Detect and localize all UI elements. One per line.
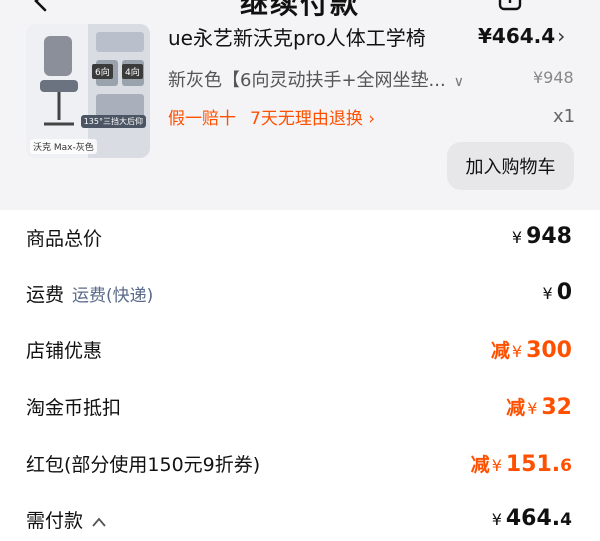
original-price: ¥948 — [533, 68, 574, 87]
share-icon[interactable] — [497, 0, 523, 12]
product-price-value: ¥464.4 — [478, 24, 556, 48]
promise-fake-compensation: 假一赔十 — [168, 109, 236, 129]
summary-row-total-goods: 商品总价 ¥948 — [26, 224, 572, 258]
summary-row-store-discount: 店铺优惠 减 ¥300 — [26, 336, 572, 370]
row-label: 需付款 — [26, 506, 107, 533]
thumb-label: 135°三挡大后仰 — [80, 115, 146, 128]
row-value: ¥0 — [542, 280, 573, 305]
chair-image-icon — [26, 24, 150, 158]
summary-row-red-packet[interactable]: 红包(部分使用150元9折券) 减 ¥151.6 — [26, 450, 572, 484]
row-value: 减 ¥151.6 — [470, 452, 572, 477]
row-value: ¥948 — [511, 224, 572, 249]
add-to-cart-button[interactable]: 加入购物车 — [447, 142, 574, 190]
thumb-label: 沃克 Max-灰色 — [30, 139, 97, 154]
promise-return: 7天无理由退换 — [250, 109, 363, 129]
chevron-down-icon: ∨ — [453, 74, 464, 90]
thumb-tag: 4向 — [122, 64, 143, 79]
row-label: 商品总价 — [26, 228, 103, 250]
variant-selector[interactable]: 新灰色【6向灵动扶手+全网坐垫... ∨ — [168, 66, 464, 92]
back-arrow-icon[interactable] — [30, 0, 52, 12]
variant-label: 新灰色【6向灵动扶手+全网坐垫... — [168, 70, 446, 91]
product-thumbnail[interactable]: 6向 4向 沃克 Max-灰色 135°三挡大后仰 — [26, 24, 150, 158]
row-label: 店铺优惠 — [26, 340, 103, 362]
quantity: x1 — [553, 106, 576, 127]
row-value: 减 ¥300 — [490, 338, 572, 363]
chevron-right-icon: › — [362, 109, 376, 129]
chevron-right-icon: › — [557, 24, 566, 48]
chevron-up-icon[interactable] — [91, 516, 107, 528]
summary-row-payable[interactable]: 需付款 ¥464.4 — [26, 506, 572, 540]
row-label: 淘金币抵扣 — [26, 397, 122, 419]
row-label: 运费 运费(快递) — [26, 284, 154, 306]
row-value: ¥464.4 — [491, 506, 572, 531]
product-price[interactable]: ¥464.4 › — [478, 24, 565, 48]
shipping-method: 运费(快递) — [72, 286, 154, 306]
summary-row-coin-deduction: 淘金币抵扣 减 ¥32 — [26, 393, 572, 427]
row-label: 红包(部分使用150元9折券) — [26, 454, 261, 476]
row-value: 减 ¥32 — [506, 395, 572, 420]
thumb-tag: 6向 — [92, 64, 113, 79]
product-title[interactable]: ue永艺新沃克pro人体工学椅 — [168, 22, 468, 52]
summary-row-shipping: 运费 运费(快递) ¥0 — [26, 280, 572, 314]
service-promises[interactable]: 假一赔十 7天无理由退换 › — [168, 104, 375, 129]
product-card: 继续付款 6向 4向 沃克 Max-灰色 135°三挡大后仰 ue永艺新沃克pr… — [0, 0, 600, 210]
